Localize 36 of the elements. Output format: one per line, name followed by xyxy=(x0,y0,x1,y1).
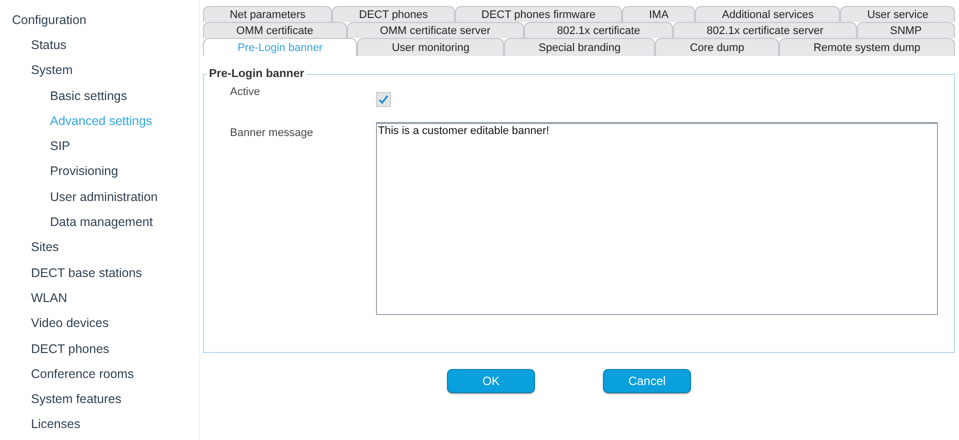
sidebar-item[interactable]: WLAN xyxy=(31,290,68,305)
sidebar-item[interactable]: User administration xyxy=(50,190,158,204)
tab[interactable]: Special branding xyxy=(504,38,656,56)
tab[interactable]: 802.1x certificate xyxy=(524,22,674,38)
tab[interactable]: IMA xyxy=(622,6,696,22)
sidebar-item[interactable]: Data management xyxy=(50,215,153,230)
sidebar-item[interactable]: DECT phones xyxy=(31,342,110,356)
sidebar-item[interactable]: System xyxy=(31,63,73,78)
sidebar-item[interactable]: Status xyxy=(31,38,66,52)
tab[interactable]: Additional services xyxy=(695,6,840,22)
panel-title: Pre-Login banner xyxy=(208,68,306,80)
sidebar-item[interactable]: Basic settings xyxy=(50,88,128,103)
field-label: Active xyxy=(230,85,261,98)
tab[interactable]: SNMP xyxy=(856,22,956,38)
field-label: Banner message xyxy=(230,126,314,139)
sidebar-item[interactable]: Configuration xyxy=(12,12,86,27)
tab[interactable]: 802.1x certificate server xyxy=(673,22,857,38)
sidebar-item[interactable]: Licenses xyxy=(31,417,80,432)
checkbox[interactable] xyxy=(376,92,391,107)
tab[interactable]: User monitoring xyxy=(357,38,504,56)
sidebar-item[interactable]: System features xyxy=(31,392,122,406)
tab[interactable]: DECT phones firmware xyxy=(454,6,622,22)
sidebar-item[interactable]: SIP xyxy=(50,139,70,154)
message-field[interactable]: This is a customer editable banner! xyxy=(376,122,938,315)
tab[interactable]: OMM certificate xyxy=(203,22,347,38)
sidebar-item[interactable]: DECT base stations xyxy=(31,266,142,280)
tab[interactable]: DECT phones xyxy=(332,6,455,22)
tab[interactable]: Remote system dump xyxy=(778,38,956,56)
tab[interactable]: Core dump xyxy=(655,38,779,56)
sidebar-item[interactable]: Sites xyxy=(31,240,59,254)
sidebar-item[interactable]: Conference rooms xyxy=(31,366,134,381)
sidebar-item[interactable]: Video devices xyxy=(31,316,109,330)
sidebar-item[interactable]: Provisioning xyxy=(50,164,118,178)
tab[interactable]: Net parameters xyxy=(203,6,332,22)
tab[interactable]: OMM certificate server xyxy=(346,22,524,38)
tab[interactable]: User service xyxy=(840,6,956,22)
